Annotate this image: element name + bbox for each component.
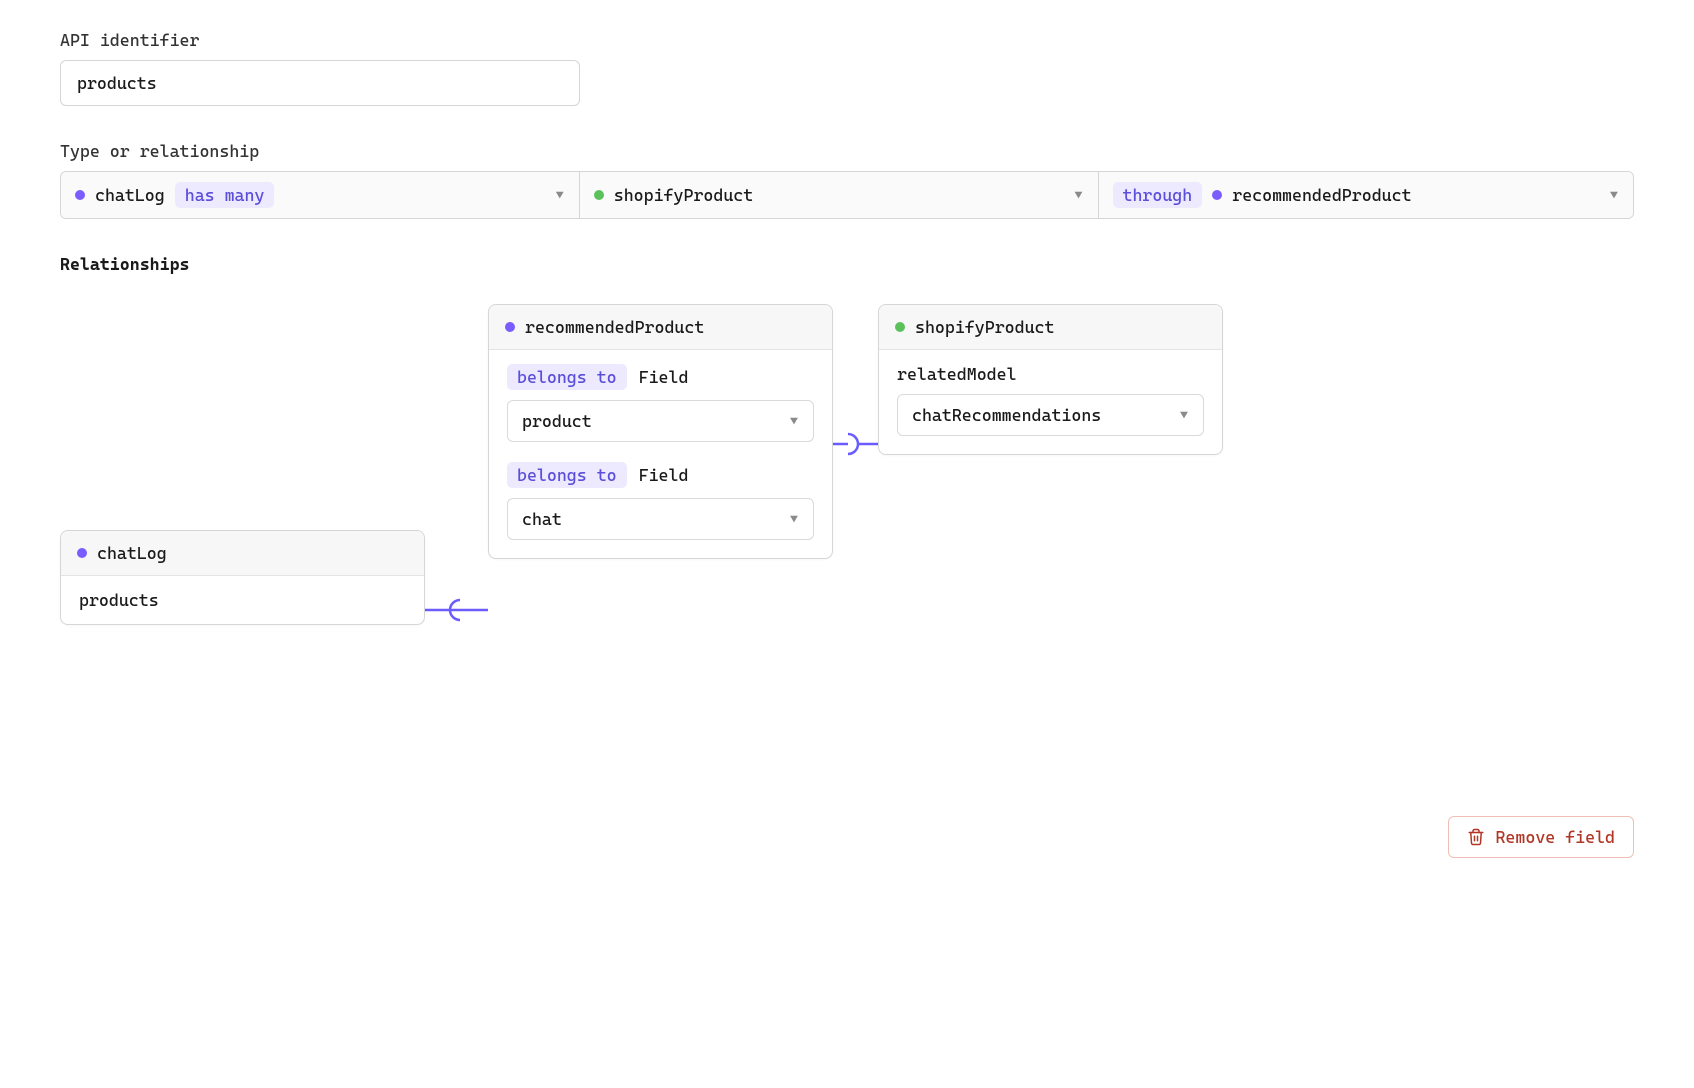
model-dot-icon (594, 190, 604, 200)
api-identifier-input[interactable] (60, 60, 580, 106)
has-many-badge: has many (175, 182, 275, 208)
shopify-product-card: shopifyProduct relatedModel chatRecommen… (878, 304, 1223, 455)
chevron-down-icon: ▾ (789, 411, 799, 431)
type-relationship-label: Type or relationship (60, 141, 1634, 161)
relationship-middle-selector[interactable]: shopifyProduct ▾ (580, 172, 1099, 218)
shopify-select[interactable]: chatRecommendations ▾ (897, 394, 1204, 436)
chatlog-card-title: chatLog (97, 543, 167, 563)
relationship-left-model: chatLog (95, 185, 165, 205)
relationship-middle-model: shopifyProduct (614, 185, 753, 205)
recommended-block-1-select[interactable]: product ▾ (507, 400, 814, 442)
recommended-block-2: belongs to Field chat ▾ (507, 462, 814, 540)
relationship-left-selector[interactable]: chatLog has many ▾ (61, 172, 580, 218)
chevron-down-icon: ▾ (555, 185, 565, 205)
model-dot-icon (77, 548, 87, 558)
select-value: product (522, 411, 592, 431)
recommended-block-1: belongs to Field product ▾ (507, 364, 814, 442)
connector-lines (60, 304, 1634, 724)
remove-field-label: Remove field (1495, 827, 1615, 847)
relationship-diagram: chatLog products recommendedProduct belo… (60, 304, 1634, 724)
relationship-right-selector[interactable]: through recommendedProduct ▾ (1099, 172, 1633, 218)
chevron-down-icon: ▾ (789, 509, 799, 529)
select-value: chatRecommendations (912, 405, 1101, 425)
recommended-product-card: recommendedProduct belongs to Field prod… (488, 304, 833, 559)
chatlog-field-row: products (61, 576, 424, 624)
recommended-product-title: recommendedProduct (525, 317, 704, 337)
trash-icon (1467, 828, 1485, 846)
model-dot-icon (895, 322, 905, 332)
belongs-to-badge: belongs to (507, 462, 627, 488)
chatlog-card: chatLog products (60, 530, 425, 625)
relationship-right-model: recommendedProduct (1232, 185, 1411, 205)
model-dot-icon (505, 322, 515, 332)
belongs-to-badge: belongs to (507, 364, 627, 390)
shopify-block: relatedModel chatRecommendations ▾ (897, 364, 1204, 436)
model-dot-icon (75, 190, 85, 200)
chevron-down-icon: ▾ (1179, 405, 1189, 425)
through-badge: through (1113, 182, 1203, 208)
remove-field-button[interactable]: Remove field (1448, 816, 1634, 858)
field-label: Field (639, 465, 689, 485)
recommended-block-2-select[interactable]: chat ▾ (507, 498, 814, 540)
recommended-product-header: recommendedProduct (489, 305, 832, 350)
chevron-down-icon: ▾ (1609, 185, 1619, 205)
shopify-product-title: shopifyProduct (915, 317, 1054, 337)
shopify-product-header: shopifyProduct (879, 305, 1222, 350)
relationships-heading: Relationships (60, 254, 1634, 274)
field-label: Field (639, 367, 689, 387)
relationship-selector-row: chatLog has many ▾ shopifyProduct ▾ thro… (60, 171, 1634, 219)
model-dot-icon (1212, 190, 1222, 200)
related-model-label: relatedModel (897, 364, 1017, 384)
chatlog-card-header: chatLog (61, 531, 424, 576)
api-identifier-label: API identifier (60, 30, 1634, 50)
select-value: chat (522, 509, 562, 529)
chevron-down-icon: ▾ (1074, 185, 1084, 205)
